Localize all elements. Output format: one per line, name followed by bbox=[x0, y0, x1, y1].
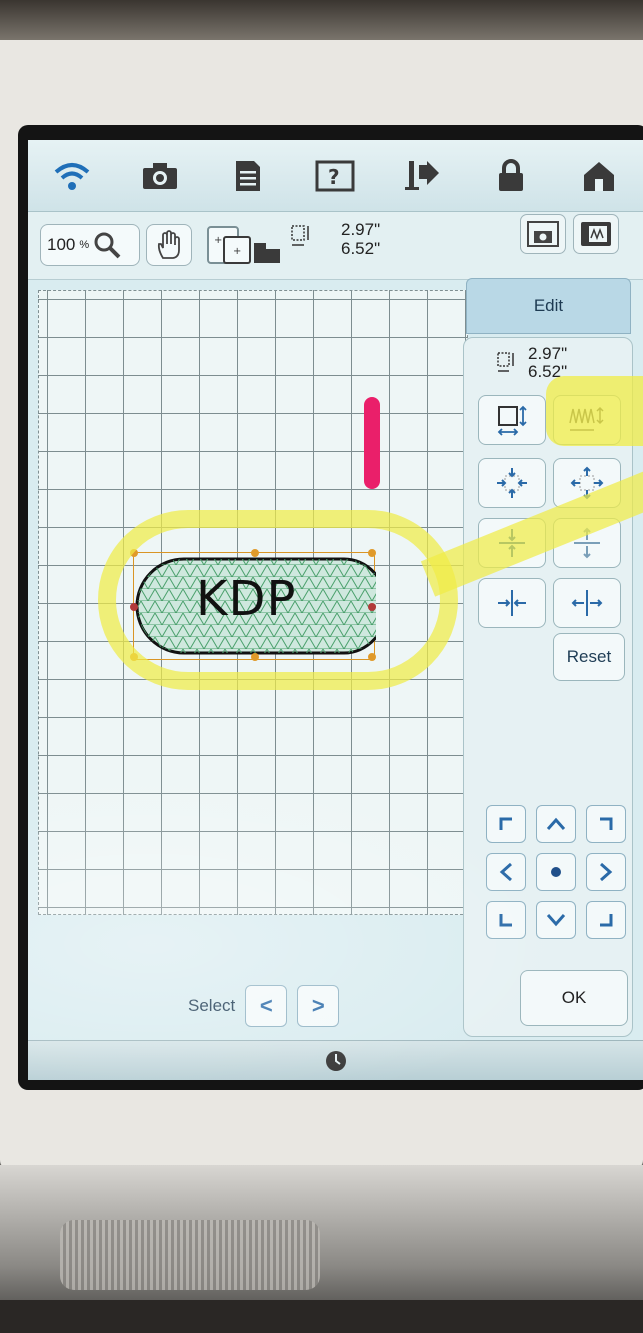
size-icon bbox=[497, 352, 514, 372]
zoom-value: 100 bbox=[47, 235, 76, 254]
pink-pen-mark bbox=[364, 397, 380, 489]
shrink-arrows-icon bbox=[497, 468, 527, 498]
corner-bottom-right-icon bbox=[600, 914, 613, 927]
move-down-button[interactable] bbox=[536, 901, 576, 939]
help-icon[interactable]: ? bbox=[310, 153, 360, 199]
layout-button[interactable]: + + bbox=[206, 222, 286, 268]
zoom-button[interactable]: 100% bbox=[40, 224, 140, 266]
move-up-left-button[interactable] bbox=[486, 805, 526, 843]
corner-top-right-icon bbox=[600, 817, 613, 830]
highlighter-loop-annotation bbox=[98, 510, 458, 690]
corner-top-left-icon bbox=[499, 817, 512, 830]
touch-screen: ? 100% + + 2.97" 6.52" KDP Edit 2.97" 6.… bbox=[28, 140, 643, 1080]
lock-icon[interactable] bbox=[486, 153, 536, 199]
clock-icon[interactable] bbox=[324, 1049, 348, 1073]
edit-width: 2.97" bbox=[528, 344, 568, 363]
resize-button[interactable] bbox=[478, 395, 546, 445]
camera-scan-button[interactable] bbox=[520, 214, 566, 254]
select-label: Select bbox=[188, 996, 236, 1015]
shrink-button[interactable] bbox=[478, 458, 546, 508]
center-dot-icon bbox=[551, 867, 561, 877]
zoom-unit: % bbox=[79, 239, 90, 251]
move-up-right-button[interactable] bbox=[586, 805, 626, 843]
stretch-horizontal-button[interactable] bbox=[553, 578, 621, 628]
camera-icon[interactable] bbox=[135, 153, 185, 199]
chevron-left-icon bbox=[499, 862, 512, 882]
ok-button[interactable]: OK bbox=[520, 970, 628, 1026]
wifi-icon[interactable] bbox=[47, 153, 97, 199]
horizontal-shrink-icon bbox=[498, 590, 526, 616]
top-icon-bar: ? bbox=[28, 140, 643, 212]
move-left-button[interactable] bbox=[486, 853, 526, 891]
move-down-right-button[interactable] bbox=[586, 901, 626, 939]
size-icon bbox=[290, 224, 312, 255]
horizontal-stretch-icon bbox=[571, 590, 603, 616]
chevron-down-icon bbox=[546, 914, 566, 927]
needle-threading-icon[interactable] bbox=[398, 153, 448, 199]
svg-text:+: + bbox=[214, 235, 222, 246]
select-navigation: Select < > bbox=[188, 985, 340, 1027]
move-center-button[interactable] bbox=[536, 853, 576, 891]
svg-text:+: + bbox=[233, 246, 241, 257]
move-down-left-button[interactable] bbox=[486, 901, 526, 939]
shrink-horizontal-button[interactable] bbox=[478, 578, 546, 628]
edit-size-readout: 2.97" 6.52" bbox=[496, 345, 567, 381]
resize-icon bbox=[497, 405, 527, 436]
tab-edit[interactable]: Edit bbox=[466, 278, 631, 334]
hand-icon bbox=[157, 230, 180, 259]
design-width: 2.97" bbox=[341, 220, 381, 239]
status-bar bbox=[28, 1040, 643, 1080]
pan-hand-button[interactable] bbox=[146, 224, 192, 266]
home-icon[interactable] bbox=[574, 153, 624, 199]
corner-bottom-left-icon bbox=[499, 914, 512, 927]
speaker-grille bbox=[60, 1220, 320, 1290]
embroidery-view-button[interactable] bbox=[573, 214, 619, 254]
select-next-button[interactable]: > bbox=[297, 985, 340, 1027]
reset-button[interactable]: Reset bbox=[553, 633, 625, 681]
document-icon[interactable] bbox=[223, 153, 273, 199]
camera-frame-icon bbox=[527, 221, 559, 247]
design-size-readout: 2.97" 6.52" bbox=[341, 220, 380, 258]
move-pad bbox=[486, 805, 631, 945]
highlighter-box-annotation bbox=[546, 376, 643, 446]
move-up-button[interactable] bbox=[536, 805, 576, 843]
svg-text:?: ? bbox=[328, 165, 340, 189]
edit-toolbar: 100% + + 2.97" 6.52" bbox=[28, 212, 643, 280]
machine-base-strip bbox=[0, 1300, 643, 1333]
chevron-up-icon bbox=[546, 817, 566, 830]
chevron-right-icon bbox=[600, 862, 613, 882]
move-right-button[interactable] bbox=[586, 853, 626, 891]
select-previous-button[interactable]: < bbox=[245, 985, 288, 1027]
embroidery-icon bbox=[581, 222, 611, 246]
magnifier-icon bbox=[94, 232, 121, 259]
layout-pages-icon: + + bbox=[207, 226, 280, 264]
design-height: 6.52" bbox=[341, 239, 381, 258]
